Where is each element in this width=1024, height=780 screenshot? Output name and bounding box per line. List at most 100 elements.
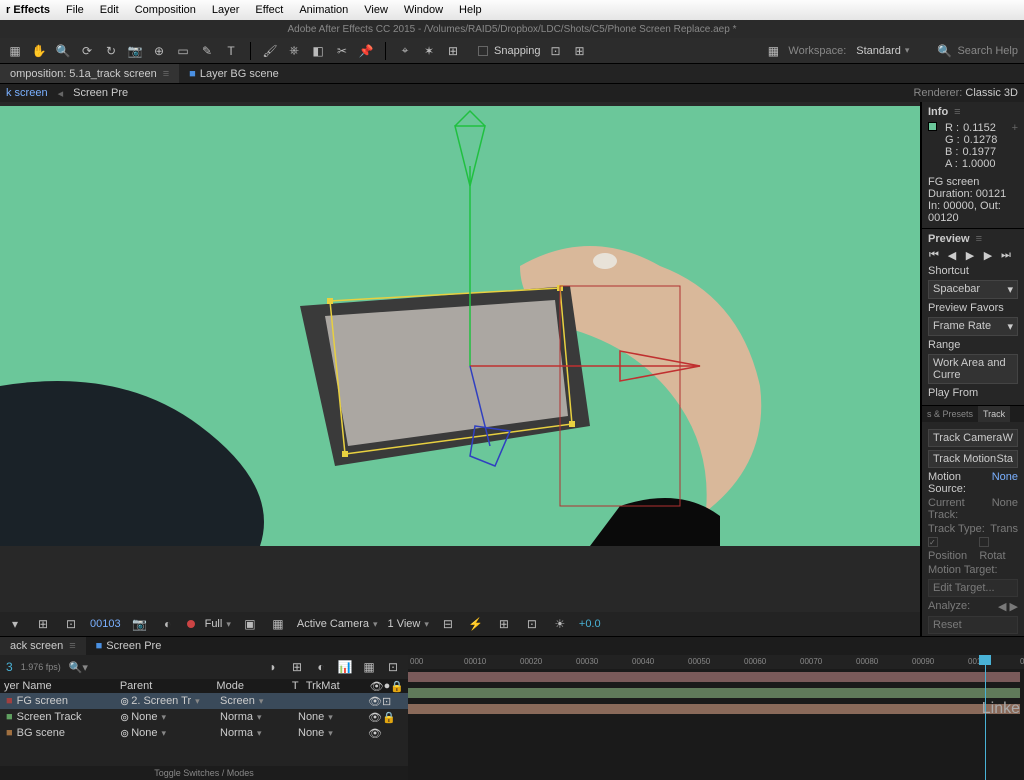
reset-exposure-icon[interactable]: ☀ <box>551 615 569 633</box>
mac-menubar[interactable]: r Effects File Edit Composition Layer Ef… <box>0 0 1024 20</box>
region-icon[interactable]: ▣ <box>241 615 259 633</box>
timecode-display[interactable]: 3 <box>6 660 13 674</box>
visibility-toggle[interactable]: 👁 <box>368 711 378 724</box>
mode-dropdown[interactable]: Norma <box>220 711 298 723</box>
layer-row-bg-scene[interactable]: ■BG scene ⊚None Norma None 👁 <box>0 725 408 741</box>
pen-tool-icon[interactable]: ✎ <box>198 42 216 60</box>
shy-icon[interactable]: ◗ <box>264 658 282 676</box>
mode-dropdown[interactable]: Norma <box>220 727 298 739</box>
renderer-dropdown[interactable]: Classic 3D <box>965 87 1018 99</box>
comp-tab-layer-bg[interactable]: ■ Layer BG scene <box>179 64 289 83</box>
play-icon[interactable]: ▶ <box>964 249 976 261</box>
zoom-tool-icon[interactable]: 🔍 <box>54 42 72 60</box>
draft3d-icon[interactable]: ▦ <box>360 658 378 676</box>
layer-bar-track[interactable] <box>408 688 1020 698</box>
motion-source-dropdown[interactable]: None <box>992 471 1018 495</box>
rotate-tool-icon[interactable]: ↻ <box>102 42 120 60</box>
menu-layer[interactable]: Layer <box>212 4 240 16</box>
trkmat-dropdown[interactable]: None <box>298 711 364 723</box>
menu-effect[interactable]: Effect <box>255 4 283 16</box>
brush-tool-icon[interactable]: 🖌 <box>261 42 279 60</box>
layer-bar-bg[interactable] <box>408 704 1020 714</box>
menu-edit[interactable]: Edit <box>100 4 119 16</box>
red-channel-icon[interactable] <box>187 620 195 628</box>
snap-opt2-icon[interactable]: ⊞ <box>571 42 589 60</box>
composition-viewer[interactable] <box>0 106 920 546</box>
search-icon[interactable]: 🔍▾ <box>69 661 88 674</box>
transparency-icon[interactable]: ▦ <box>269 615 287 633</box>
frame-blend-icon[interactable]: ⊞ <box>288 658 306 676</box>
fast-preview-icon[interactable]: ⚡ <box>467 615 485 633</box>
menu-file[interactable]: File <box>66 4 84 16</box>
type-tool-icon[interactable]: T <box>222 42 240 60</box>
lock-toggle[interactable]: 🔒 <box>382 711 396 724</box>
channel-icon[interactable]: ◐ <box>159 615 177 633</box>
hand-tool-icon[interactable]: ✋ <box>30 42 48 60</box>
rotation-checkbox[interactable] <box>979 537 989 547</box>
menu-composition[interactable]: Composition <box>135 4 196 16</box>
track-motion-button[interactable]: Track MotionSta <box>928 450 1018 468</box>
puppet-tool-icon[interactable]: 📌 <box>357 42 375 60</box>
workspace-dropdown[interactable]: Standard <box>856 45 909 57</box>
range-dropdown[interactable]: Work Area and Curre <box>928 354 1018 384</box>
layer-row-fg-screen[interactable]: ■FG screen ⊚2. Screen Tr Screen 👁⊡ <box>0 693 408 709</box>
menu-view[interactable]: View <box>364 4 388 16</box>
menu-window[interactable]: Window <box>404 4 443 16</box>
current-frame[interactable]: 00103 <box>90 618 121 630</box>
last-frame-icon[interactable]: ⏭ <box>1000 249 1012 261</box>
snapping-checkbox[interactable] <box>478 46 488 56</box>
visibility-toggle[interactable]: 👁 <box>368 695 378 708</box>
search-help[interactable]: 🔍 Search Help <box>935 42 1018 60</box>
next-frame-icon[interactable]: ▶ <box>982 249 994 261</box>
pixel-aspect-icon[interactable]: ⊟ <box>439 615 457 633</box>
position-checkbox[interactable] <box>928 537 938 547</box>
menu-animation[interactable]: Animation <box>299 4 348 16</box>
graph-icon[interactable]: 📊 <box>336 658 354 676</box>
exposure-value[interactable]: +0.0 <box>579 618 601 630</box>
mode-dropdown[interactable]: Screen <box>220 695 298 707</box>
first-frame-icon[interactable]: ⏮ <box>928 249 940 261</box>
time-ruler[interactable]: 000 00010 00020 00030 00040 00050 00060 … <box>408 655 1024 669</box>
track-camera-button[interactable]: Track CameraW <box>928 429 1018 447</box>
mag-icon[interactable]: ▾ <box>6 615 24 633</box>
comp-tab-track-screen[interactable]: omposition: 5.1a_track screen≡ <box>0 64 179 83</box>
menu-help[interactable]: Help <box>459 4 482 16</box>
axis-view-icon[interactable]: ⊞ <box>444 42 462 60</box>
favors-dropdown[interactable]: Frame Rate▾ <box>928 317 1018 336</box>
breadcrumb-item[interactable]: k screen <box>6 87 48 99</box>
grid-icon[interactable]: ⊞ <box>34 615 52 633</box>
selection-tool-icon[interactable]: ▦ <box>6 42 24 60</box>
trkmat-dropdown[interactable]: None <box>298 727 364 739</box>
camera-dropdown[interactable]: Active Camera <box>297 618 378 630</box>
reset-button[interactable]: Reset <box>928 616 1018 634</box>
comp-flow-icon[interactable]: ⊡ <box>523 615 541 633</box>
brainstorm-icon[interactable]: ⊡ <box>384 658 402 676</box>
timeline-icon[interactable]: ⊞ <box>495 615 513 633</box>
motion-blur-icon[interactable]: ◐ <box>312 658 330 676</box>
toggle-switches-button[interactable]: Toggle Switches / Modes <box>0 766 408 780</box>
guides-icon[interactable]: ⊡ <box>62 615 80 633</box>
camera-tool-icon[interactable]: 📷 <box>126 42 144 60</box>
visibility-toggle[interactable]: 👁 <box>368 727 378 740</box>
pan-behind-tool-icon[interactable]: ⊕ <box>150 42 168 60</box>
analyze-fwd-icon[interactable]: ▶ <box>1010 601 1018 613</box>
parent-dropdown[interactable]: None <box>131 711 166 723</box>
parent-dropdown[interactable]: None <box>131 727 166 739</box>
workspace-icon[interactable]: ▦ <box>764 42 782 60</box>
axis-world-icon[interactable]: ✶ <box>420 42 438 60</box>
tab-tracker[interactable]: Track <box>978 406 1010 422</box>
tl-tab-screen-pre[interactable]: ■Screen Pre <box>86 637 172 655</box>
tab-presets[interactable]: s & Presets <box>922 406 978 422</box>
edit-target-button[interactable]: Edit Target... <box>928 579 1018 597</box>
3d-toggle[interactable]: ⊡ <box>382 695 391 708</box>
resolution-dropdown[interactable]: Full <box>205 618 231 630</box>
analyze-back-icon[interactable]: ◀ <box>998 601 1006 613</box>
tl-tab-track-screen[interactable]: ack screen≡ <box>0 637 86 655</box>
layer-bar-fg[interactable] <box>408 672 1020 682</box>
snap-opt1-icon[interactable]: ⊡ <box>547 42 565 60</box>
roto-tool-icon[interactable]: ✂ <box>333 42 351 60</box>
eraser-tool-icon[interactable]: ◧ <box>309 42 327 60</box>
close-icon[interactable]: ≡ <box>163 68 169 80</box>
parent-dropdown[interactable]: 2. Screen Tr <box>131 695 199 707</box>
orbit-tool-icon[interactable]: ⟳ <box>78 42 96 60</box>
